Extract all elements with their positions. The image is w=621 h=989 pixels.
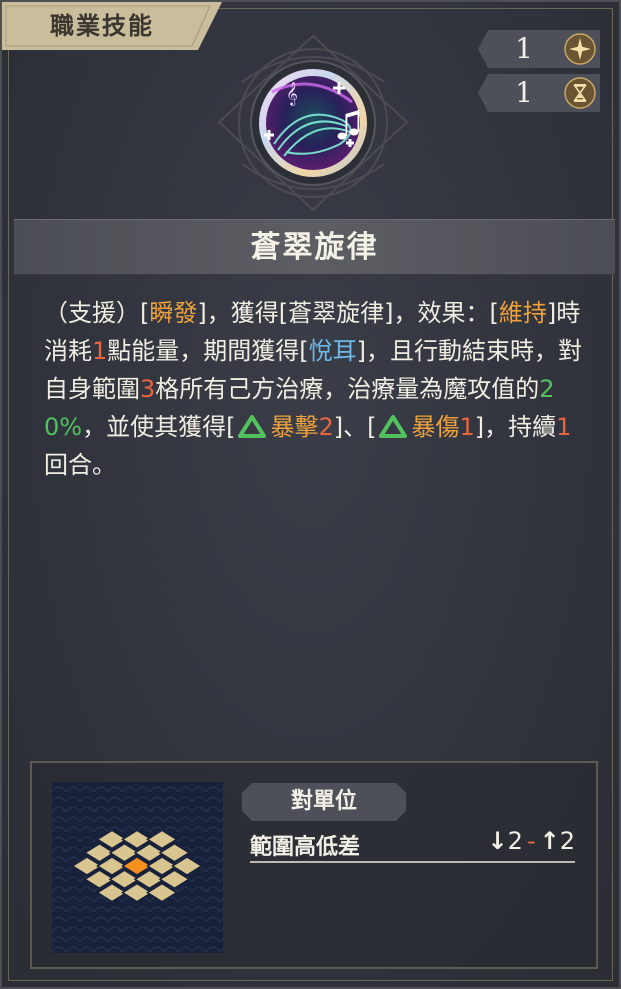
description-text: 點能量，期間獲得[: [107, 337, 309, 365]
height-separator: -: [526, 827, 536, 855]
header-tab: 職業技能: [2, 2, 224, 50]
description-keyword: 暴擊: [270, 413, 319, 441]
skill-cost-counter: 1: [478, 30, 600, 68]
description-keyword: 維持: [498, 299, 547, 327]
description-text: ，並使其獲得[: [82, 413, 236, 441]
description-keyword: 悅耳: [308, 337, 357, 365]
description-keyword: 2: [318, 413, 334, 441]
description-text: （支援）[: [44, 299, 150, 327]
description-keyword: 瞬發: [149, 299, 198, 327]
sparkle-icon: [564, 33, 596, 65]
height-difference-value: ↓2- ↑2: [488, 827, 575, 855]
svg-text:𝄞: 𝄞: [286, 81, 298, 106]
target-type-label: 對單位: [290, 789, 357, 814]
skill-description: （支援）[瞬發]，獲得[蒼翠旋律]，效果：[維持]時消耗1點能量，期間獲得[悅耳…: [44, 294, 589, 484]
buff-up-icon: [379, 415, 408, 438]
description-text: 回合。: [44, 451, 116, 479]
range-grid-map: [52, 782, 223, 953]
skill-name-banner: 蒼翠旋律: [14, 219, 615, 275]
description-text: ]，持續: [474, 413, 557, 441]
description-keyword: 1: [459, 413, 475, 441]
skill-cost-value: 1: [515, 32, 533, 65]
description-text: ]、[: [333, 413, 377, 441]
description-text: 格所有己方治療，治療量為魔攻值的: [155, 375, 540, 403]
description-keyword: 1: [92, 337, 108, 365]
up-arrow-icon: ↑: [539, 827, 560, 855]
description-text: ]，獲得[蒼翠旋律]，效果：[: [197, 299, 499, 327]
cooldown-value: 1: [515, 76, 533, 109]
description-keyword: 3: [140, 375, 156, 403]
height-difference-label: 範圍高低差: [250, 835, 361, 860]
hourglass-icon: [564, 77, 596, 109]
cooldown-counter: 1: [478, 74, 600, 112]
height-down-value: 2: [507, 827, 523, 855]
description-keyword: 暴傷: [411, 413, 460, 441]
range-info-box: 對單位 範圍高低差 ↓2- ↑2: [30, 761, 598, 969]
music-notes-skill-icon: 𝄞: [217, 34, 409, 212]
skill-name: 蒼翠旋律: [250, 230, 379, 265]
target-type-tag: 對單位: [242, 783, 406, 821]
height-up-value: 2: [559, 827, 575, 855]
description-keyword: 1: [556, 413, 572, 441]
down-arrow-icon: ↓: [487, 827, 508, 855]
skill-detail-panel: 職業技能 1 1 𝄞 蒼翠旋律 （支援）[瞬發]，獲得[蒼翠旋律]，效果：[維持…: [0, 0, 621, 989]
section-title: 職業技能: [50, 12, 154, 40]
height-difference-row: 範圍高低差 ↓2- ↑2: [250, 823, 575, 863]
buff-up-icon: [238, 415, 267, 438]
